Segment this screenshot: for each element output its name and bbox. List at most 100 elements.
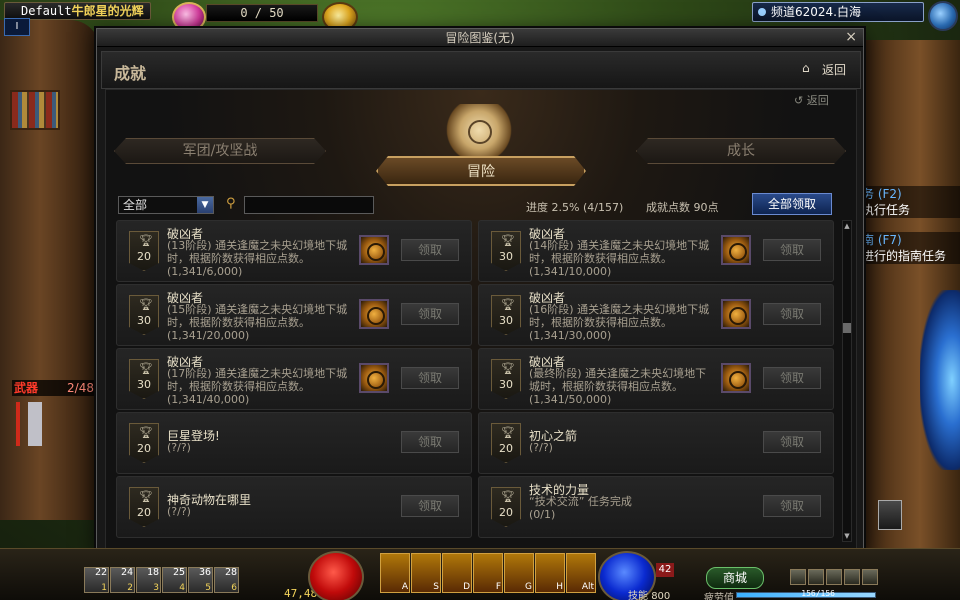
tab-growth[interactable]: 成长 <box>636 138 846 164</box>
tab-legion-raid[interactable]: 军团/攻坚战 <box>114 138 326 164</box>
skill-slot[interactable]: D <box>442 553 472 593</box>
back-small-button[interactable]: ↺ 返回 <box>794 92 829 108</box>
achievement-desc: (最终阶段) 通关逢魔之未央幻境地下城时，根据阶数获得相应点数。 (1,341/5… <box>529 367 717 406</box>
trophy-icon: 🏆︎ <box>139 490 153 503</box>
quest-text-2[interactable]: 进行的指南任务 <box>858 248 960 264</box>
slot-count: 24 <box>120 567 133 578</box>
reward-icon[interactable] <box>359 235 389 265</box>
achievement-desc-text: (15阶段) 通关逢魔之未央幻境地下城时，根据阶数获得相应点数。 <box>167 303 348 329</box>
claim-button[interactable]: 领取 <box>401 431 459 453</box>
character-icon[interactable] <box>790 569 806 585</box>
trophy-badge: 🏆︎ 30 <box>491 359 521 399</box>
slot-count: 36 <box>198 567 211 578</box>
shop-button[interactable]: 商城 <box>706 567 764 589</box>
skill-slot[interactable]: A <box>380 553 410 593</box>
achievement-points: 20 <box>137 250 151 263</box>
search-icon[interactable]: ⚲ <box>226 197 240 211</box>
achievement-desc: (17阶段) 通关逢魔之未央幻境地下城时，根据阶数获得相应点数。 (1,341/4… <box>167 367 355 406</box>
close-icon[interactable]: × <box>845 29 857 46</box>
quick-slot[interactable]: 22 1 <box>84 567 109 593</box>
quest-text-1[interactable]: 执行任务 <box>858 202 960 218</box>
achievement-progress: (1,341/40,000) <box>167 393 250 406</box>
scroll-thumb[interactable] <box>843 323 851 333</box>
skill-slot[interactable]: F <box>473 553 503 593</box>
reward-icon[interactable] <box>721 235 751 265</box>
hp-orb <box>308 551 364 600</box>
skill-slot[interactable]: Alt <box>566 553 596 593</box>
quick-slot[interactable]: 24 2 <box>110 567 135 593</box>
back-button[interactable]: 返回 <box>822 61 846 78</box>
achievement-desc: (16阶段) 通关逢魔之未央幻境地下城时，根据阶数获得相应点数。 (1,341/3… <box>529 303 717 342</box>
trophy-icon: 🏆︎ <box>501 426 515 439</box>
claim-button[interactable]: 领取 <box>401 495 459 517</box>
quest-header-1[interactable]: 务 (F2) <box>858 186 960 202</box>
claim-button[interactable]: 领取 <box>763 303 821 325</box>
guild-icon[interactable] <box>844 569 860 585</box>
skill-icon[interactable] <box>826 569 842 585</box>
achievement-desc-text: (13阶段) 通关逢魔之未央幻境地下城时，根据阶数获得相应点数。 <box>167 239 348 265</box>
inventory-icon[interactable] <box>808 569 824 585</box>
achievement-points: 30 <box>137 378 151 391</box>
globe-icon[interactable] <box>928 1 958 31</box>
chevron-down-icon[interactable]: ▼ <box>197 197 213 213</box>
skill-slot[interactable]: G <box>504 553 534 593</box>
reward-icon[interactable] <box>359 363 389 393</box>
quick-slot[interactable]: 25 4 <box>162 567 187 593</box>
claim-button[interactable]: 领取 <box>763 239 821 261</box>
skill-slot[interactable]: S <box>411 553 441 593</box>
achievement-card: 🏆︎ 30 破凶者 (最终阶段) 通关逢魔之未央幻境地下城时，根据阶数获得相应点数… <box>478 348 834 410</box>
level-indicator: I <box>4 18 30 36</box>
trophy-badge: 🏆︎ 30 <box>129 295 159 335</box>
skill-key: F <box>495 582 501 592</box>
weapon-count: 2/48 <box>67 381 94 395</box>
achievement-desc-text: “技术交流” 任务完成 <box>529 495 632 508</box>
achievement-desc-text: (17阶段) 通关逢魔之未央幻境地下城时，根据阶数获得相应点数。 <box>167 367 348 393</box>
claim-all-button[interactable]: 全部领取 <box>752 193 832 215</box>
achievement-points: 30 <box>499 378 513 391</box>
achievement-desc: (13阶段) 通关逢魔之未央幻境地下城时，根据阶数获得相应点数。 (1,341/6… <box>167 239 355 278</box>
reward-icon[interactable] <box>721 299 751 329</box>
trophy-badge: 🏆︎ 30 <box>129 359 159 399</box>
claim-button[interactable]: 领取 <box>763 495 821 517</box>
trophy-icon: 🏆︎ <box>501 234 515 247</box>
slot-count: 25 <box>172 567 185 578</box>
quest-header-2[interactable]: 南 (F7) <box>858 232 960 248</box>
quick-slot[interactable]: 18 3 <box>136 567 161 593</box>
quick-slot[interactable]: 28 6 <box>214 567 239 593</box>
achievement-points: 20 <box>137 442 151 455</box>
achievement-progress: (1,341/20,000) <box>167 329 250 342</box>
window-titlebar[interactable]: 冒险图鉴(无) × <box>97 29 863 47</box>
achievement-card: 🏆︎ 20 神奇动物在哪里 (?/?) 领取 <box>116 476 472 538</box>
reward-icon[interactable] <box>721 363 751 393</box>
skill-key: S <box>433 582 439 592</box>
fatigue-counter: 0 / 50 <box>206 4 318 22</box>
claim-button[interactable]: 领取 <box>763 431 821 453</box>
mail-icon[interactable] <box>878 500 902 530</box>
blue-portal <box>920 290 960 470</box>
character-figure-icon <box>16 402 48 446</box>
notice-count-badge[interactable]: 42 <box>656 563 674 577</box>
achievement-desc: (14阶段) 通关逢魔之未央幻境地下城时，根据阶数获得相应点数。 (1,341/1… <box>529 239 717 278</box>
claim-button[interactable]: 领取 <box>401 367 459 389</box>
achievement-progress: (1,341/10,000) <box>529 265 612 278</box>
claim-button[interactable]: 领取 <box>763 367 821 389</box>
search-input[interactable] <box>244 196 374 214</box>
skill-slot[interactable]: H <box>535 553 565 593</box>
reward-icon[interactable] <box>359 299 389 329</box>
home-icon[interactable]: ⌂ <box>802 62 814 74</box>
claim-button[interactable]: 领取 <box>401 303 459 325</box>
quick-slot[interactable]: 36 5 <box>188 567 213 593</box>
section-title: 成就 <box>114 64 147 83</box>
tab-adventure[interactable]: 冒险 <box>376 156 586 186</box>
skill-points-label: 技能 <box>628 591 648 600</box>
menu-icon[interactable] <box>862 569 878 585</box>
scroll-up-icon[interactable]: ▲ <box>843 221 851 231</box>
skill-points: 技能 800 <box>628 587 670 600</box>
scroll-down-icon[interactable]: ▼ <box>843 531 851 541</box>
channel-display[interactable]: 频道62024.白海 <box>752 2 924 22</box>
achievement-points: 20 <box>499 506 513 519</box>
filter-dropdown[interactable]: 全部 ▼ <box>118 196 214 214</box>
claim-button[interactable]: 领取 <box>401 239 459 261</box>
achievement-scrollbar[interactable]: ▲ ▼ <box>842 220 852 542</box>
trophy-icon: 🏆︎ <box>139 426 153 439</box>
